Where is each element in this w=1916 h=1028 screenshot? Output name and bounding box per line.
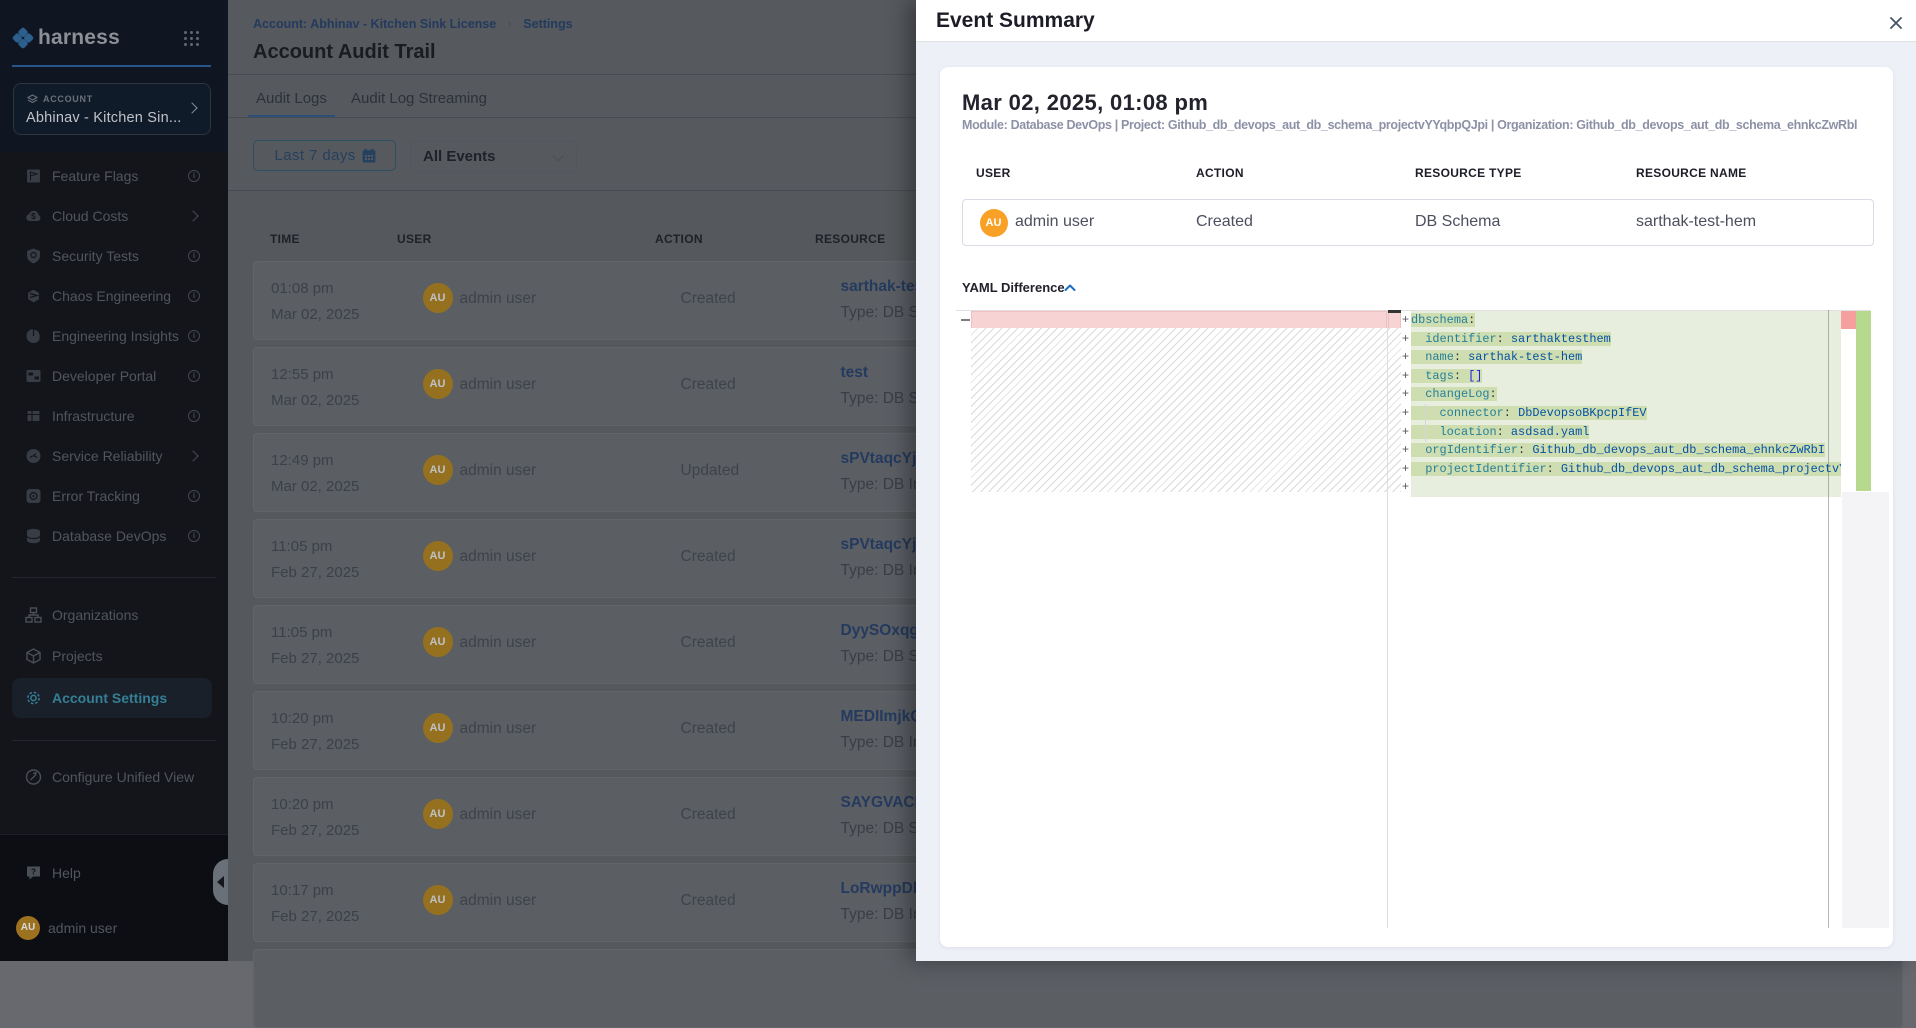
svg-text:?: ? (31, 867, 36, 877)
svg-text:$: $ (31, 212, 36, 221)
